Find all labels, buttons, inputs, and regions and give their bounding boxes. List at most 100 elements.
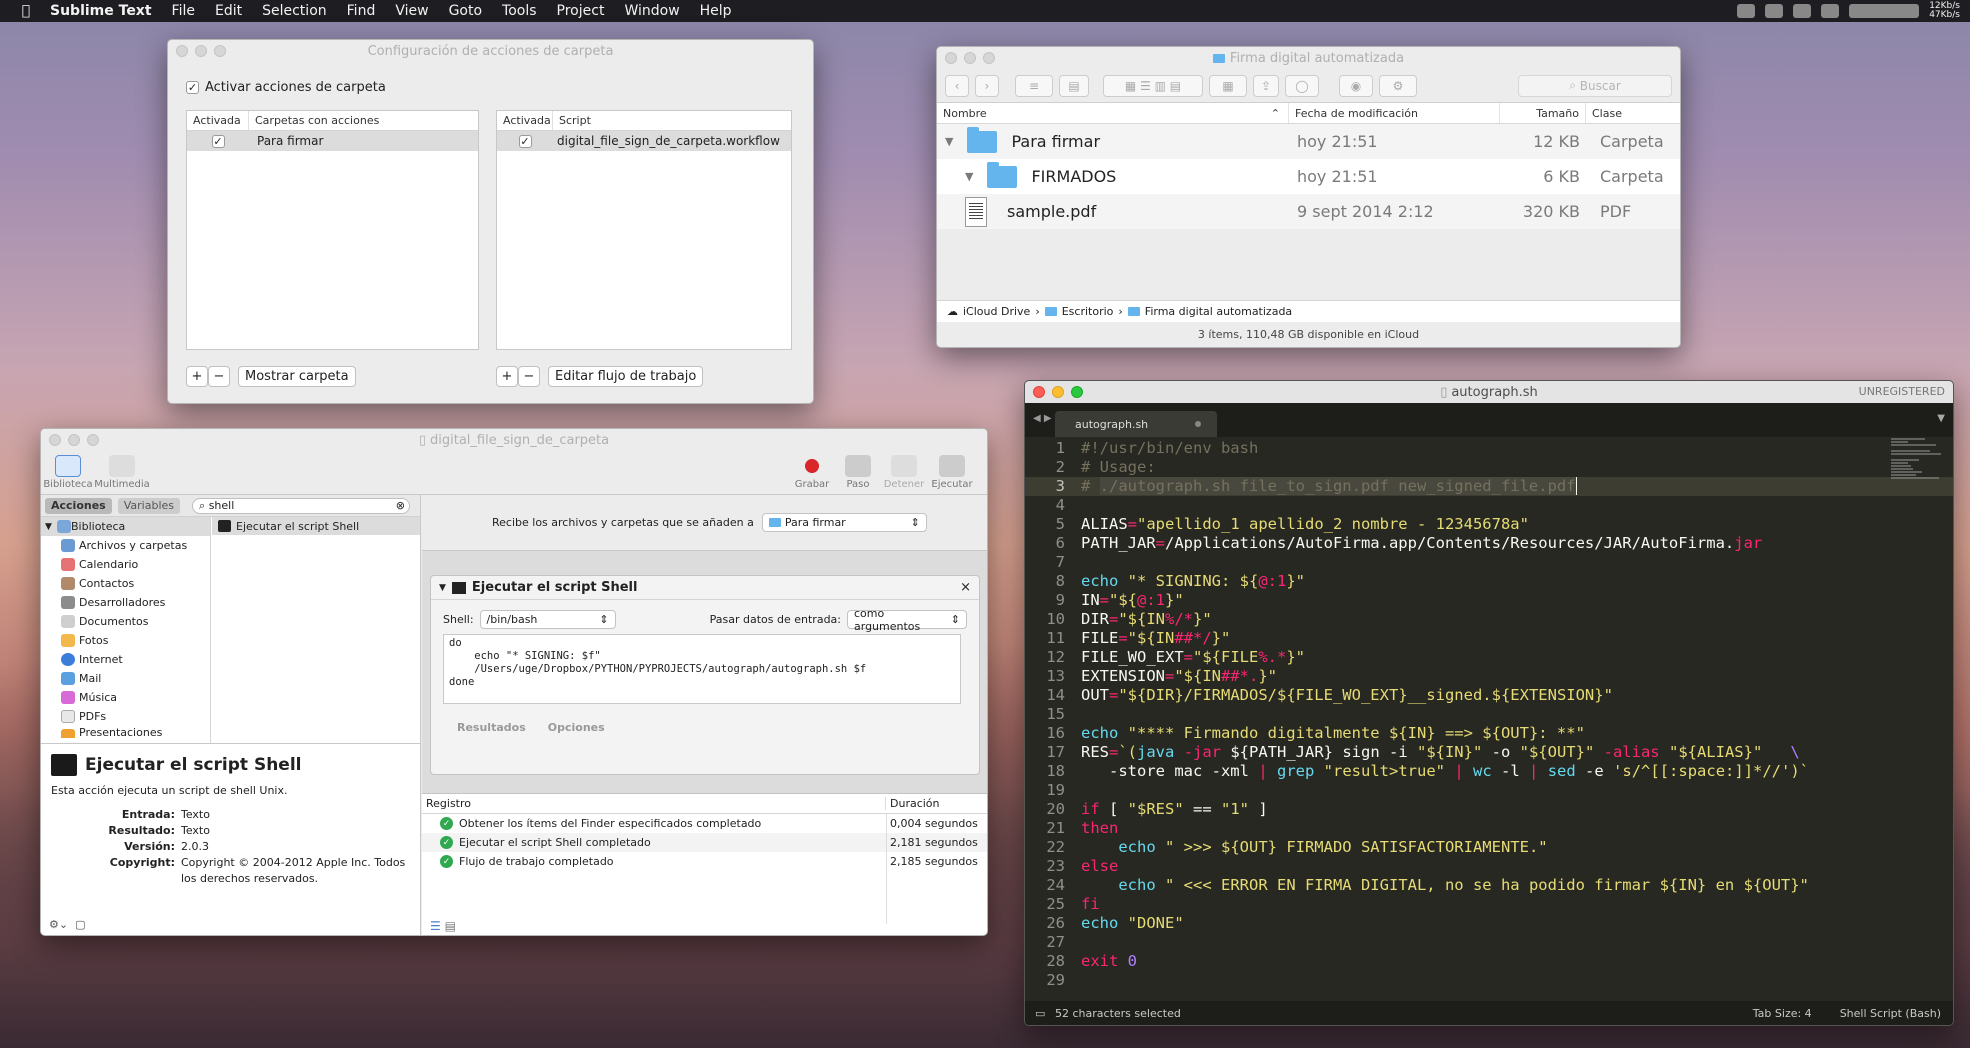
col-script[interactable]: Script: [553, 111, 791, 130]
minimize-button[interactable]: [68, 434, 80, 446]
zoom-button[interactable]: [983, 52, 995, 64]
zoom-button[interactable]: [87, 434, 99, 446]
list-item[interactable]: Contactos: [41, 574, 210, 593]
col-log[interactable]: Registro: [422, 797, 886, 810]
code-line[interactable]: echo "DONE": [1081, 914, 1184, 933]
search-input[interactable]: ⌕ shell ⊗: [192, 497, 411, 514]
row-checkbox[interactable]: ✓: [187, 134, 249, 148]
group-icon[interactable]: ▦: [1209, 74, 1247, 97]
col-kind[interactable]: Clase: [1586, 103, 1680, 123]
code-line[interactable]: -store mac -xml | grep "result>true" | w…: [1081, 762, 1809, 781]
tab-actions[interactable]: Acciones: [45, 497, 112, 514]
code-line[interactable]: echo " >>> ${OUT} FIRMADO SATISFACTORIAM…: [1081, 838, 1547, 857]
list-item[interactable]: Mail: [41, 669, 210, 688]
clear-icon[interactable]: ⊗: [396, 499, 405, 512]
col-folders[interactable]: Carpetas con acciones: [249, 111, 478, 130]
tab-autograph[interactable]: autograph.sh: [1055, 411, 1217, 437]
close-button[interactable]: [176, 45, 188, 57]
minimize-button[interactable]: [195, 45, 207, 57]
code-editor[interactable]: 1 #!/usr/bin/env bash 2 # Usage: 3 # ./auto…: [1025, 437, 1953, 1003]
code-line[interactable]: # ./autograph.sh file_to_sign.pdf new_si…: [1081, 477, 1577, 496]
menu-app-name[interactable]: Sublime Text: [50, 3, 152, 19]
list-item[interactable]: sample.pdf 9 sept 2014 2:12 320 KB PDF: [937, 194, 1680, 229]
list-item[interactable]: ▼ FIRMADOS hoy 21:51 6 KB Carpeta: [937, 159, 1680, 194]
syntax-button[interactable]: Shell Script (Bash): [1840, 1007, 1941, 1020]
remove-folder-button[interactable]: −: [208, 366, 230, 387]
menu-selection[interactable]: Selection: [262, 3, 327, 19]
col-enabled[interactable]: Activada: [187, 111, 249, 130]
record-button[interactable]: Grabar: [787, 455, 837, 490]
gear-icon[interactable]: ⚙⌄ ▢: [49, 918, 85, 931]
menu-edit[interactable]: Edit: [215, 3, 242, 19]
step-button[interactable]: Paso: [833, 455, 883, 490]
list-item[interactable]: Presentaciones: [41, 726, 210, 738]
code-line[interactable]: #!/usr/bin/env bash: [1081, 439, 1258, 458]
media-button[interactable]: Multimedia: [94, 455, 150, 490]
disclosure-icon[interactable]: ▼: [45, 522, 52, 532]
list-view-icon[interactable]: ☰ ▤: [430, 919, 456, 933]
code-line[interactable]: echo "**** Firmando digitalmente ${IN} =…: [1081, 724, 1585, 743]
code-line[interactable]: RES=`(java -jar ${PATH_JAR} sign -i "${I…: [1081, 743, 1800, 762]
tab-size-button[interactable]: Tab Size: 4: [1753, 1007, 1812, 1020]
col-size[interactable]: Tamaño: [1500, 103, 1586, 123]
list-item[interactable]: Documentos: [41, 612, 210, 631]
zoom-button[interactable]: [1071, 386, 1083, 398]
list-item[interactable]: PDFs: [41, 707, 210, 726]
search-input[interactable]: ⌕ Buscar: [1518, 74, 1672, 97]
minimap[interactable]: [1891, 437, 1947, 517]
tab-nav-icon[interactable]: ◀ ▶: [1033, 413, 1052, 424]
zoom-button[interactable]: [214, 45, 226, 57]
code-line[interactable]: OUT="${DIR}/FIRMADOS/${FILE_WO_EXT}__sig…: [1081, 686, 1613, 705]
add-folder-button[interactable]: +: [186, 366, 208, 387]
tab-options[interactable]: Opciones: [548, 721, 605, 734]
tab-menu-icon[interactable]: ▼: [1937, 413, 1945, 424]
col-name[interactable]: Nombre ⌃: [937, 103, 1289, 123]
panel-icon[interactable]: ▭: [1035, 1007, 1045, 1020]
row-checkbox[interactable]: ✓: [497, 134, 553, 148]
code-line[interactable]: echo "* SIGNING: ${@:1}": [1081, 572, 1305, 591]
minimize-button[interactable]: [964, 52, 976, 64]
path-icloud[interactable]: iCloud Drive: [963, 305, 1030, 318]
cloud-icon[interactable]: [1793, 4, 1812, 18]
dropbox-icon[interactable]: [1765, 4, 1784, 18]
path-icon[interactable]: ▤: [1059, 74, 1089, 97]
code-line[interactable]: FILE="${IN##*/}": [1081, 629, 1230, 648]
show-folder-button[interactable]: Mostrar carpeta: [238, 366, 356, 387]
menu-view[interactable]: View: [395, 3, 428, 19]
enable-folder-actions[interactable]: ✓ Activar acciones de carpeta: [186, 80, 386, 95]
run-button[interactable]: Ejecutar: [927, 455, 977, 490]
table-row[interactable]: ✓ digital_file_sign_de_carpeta.workflow: [497, 131, 791, 151]
code-line[interactable]: exit 0: [1081, 952, 1137, 971]
list-item[interactable]: Desarrolladores: [41, 593, 210, 612]
close-button[interactable]: [1033, 386, 1045, 398]
menu-find[interactable]: Find: [347, 3, 376, 19]
code-line[interactable]: # Usage:: [1081, 458, 1156, 477]
path-current[interactable]: Firma digital automatizada: [1145, 305, 1292, 318]
disclosure-icon[interactable]: ▼: [965, 170, 973, 183]
script-editor[interactable]: do echo "* SIGNING: $f" /Users/uge/Dropb…: [443, 634, 961, 704]
gear-icon[interactable]: ⚙: [1379, 74, 1417, 97]
menu-tools[interactable]: Tools: [502, 3, 537, 19]
list-item[interactable]: Música: [41, 688, 210, 707]
menu-help[interactable]: Help: [700, 3, 732, 19]
close-button[interactable]: [49, 434, 61, 446]
code-line[interactable]: EXTENSION="${IN##*.}": [1081, 667, 1277, 686]
stop-button[interactable]: Detener: [879, 455, 929, 490]
apple-icon[interactable]: : [18, 3, 34, 19]
menu-file[interactable]: File: [172, 3, 195, 19]
add-script-button[interactable]: +: [496, 366, 518, 387]
close-icon[interactable]: ×: [960, 580, 971, 595]
minimize-button[interactable]: [1052, 386, 1064, 398]
col-date[interactable]: Fecha de modificación: [1289, 103, 1500, 123]
code-line[interactable]: echo " <<< ERROR EN FIRMA DIGITAL, no se…: [1081, 876, 1809, 895]
menu-goto[interactable]: Goto: [449, 3, 482, 19]
code-line[interactable]: PATH_JAR=/Applications/AutoFirma.app/Con…: [1081, 534, 1762, 553]
code-line[interactable]: then: [1081, 819, 1118, 838]
back-icon[interactable]: ‹: [945, 74, 969, 97]
table-row[interactable]: ✓ Para firmar: [187, 131, 478, 151]
enable-checkbox[interactable]: ✓: [186, 81, 199, 94]
record-icon[interactable]: [1737, 4, 1756, 18]
menu-project[interactable]: Project: [557, 3, 605, 19]
library-root[interactable]: ▼ Biblioteca: [41, 517, 210, 536]
list-item[interactable]: Ejecutar el script Shell: [212, 517, 420, 535]
